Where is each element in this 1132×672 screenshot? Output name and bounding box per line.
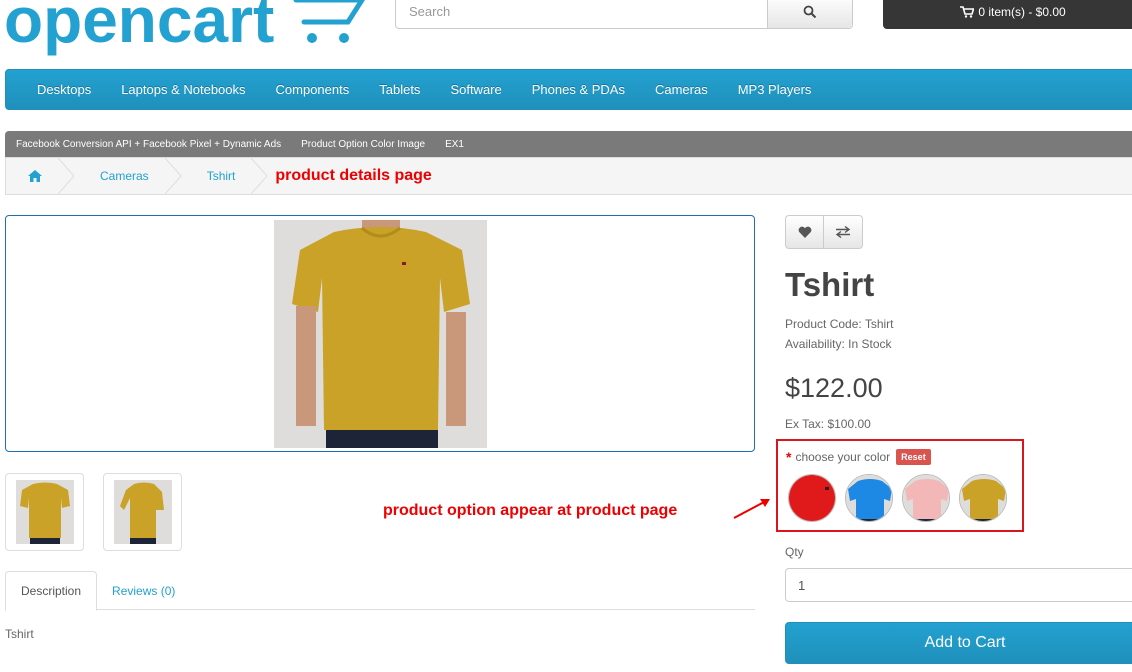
color-option-text: choose your color — [795, 450, 891, 464]
color-option-group: * choose your color Reset — [776, 439, 1024, 532]
cart-button[interactable]: 0 item(s) - $0.00 — [883, 0, 1132, 29]
product-tabs: Description Reviews (0) — [5, 571, 755, 611]
compare-button[interactable] — [824, 215, 863, 249]
qty-label: Qty — [785, 545, 804, 559]
wishlist-button[interactable] — [785, 215, 824, 249]
menu-item-tablets[interactable]: Tablets — [364, 82, 435, 97]
menu-item-mp3[interactable]: MP3 Players — [723, 82, 827, 97]
tab-reviews[interactable]: Reviews (0) — [97, 571, 190, 610]
product-actions — [785, 215, 863, 249]
color-swatch-red[interactable] — [788, 474, 836, 522]
menu-item-phones[interactable]: Phones & PDAs — [517, 82, 640, 97]
add-to-cart-button[interactable]: Add to Cart — [785, 622, 1132, 664]
menu-item-desktops[interactable]: Desktops — [22, 82, 106, 97]
product-price: $122.00 — [785, 373, 883, 403]
mustard-tshirt-image — [960, 475, 1006, 521]
product-availability: Availability: In Stock — [785, 337, 892, 351]
logo-cart-icon — [293, 0, 365, 25]
main-menu: Desktops Laptops & Notebooks Components … — [5, 69, 1132, 110]
breadcrumb-item-tshirt[interactable]: Tshirt — [179, 158, 269, 194]
breadcrumb: Cameras Tshirt product details page — [5, 157, 1132, 195]
menu-item-cameras[interactable]: Cameras — [640, 82, 723, 97]
color-swatch-blue[interactable] — [845, 474, 893, 522]
color-swatch-mustard[interactable] — [959, 474, 1007, 522]
home-icon — [28, 170, 42, 182]
pink-tshirt-image — [903, 475, 949, 521]
search-bar — [395, 0, 853, 29]
heart-icon — [798, 226, 811, 238]
blue-tshirt-image — [846, 475, 892, 521]
product-title: Tshirt — [785, 266, 875, 303]
extension-link-facebook[interactable]: Facebook Conversion API + Facebook Pixel… — [16, 139, 281, 150]
main-product-image[interactable] — [5, 215, 755, 452]
qty-input[interactable]: 1 — [785, 568, 1132, 602]
product-code: Product Code: Tshirt — [785, 317, 894, 331]
description-text: Tshirt — [5, 627, 34, 641]
annotation-product-option: product option appear at product page — [383, 502, 678, 519]
cart-label: 0 item(s) - $0.00 — [978, 4, 1066, 19]
annotation-product-details: product details page — [275, 167, 432, 184]
thumbnail-image — [15, 480, 74, 544]
required-mark: * — [786, 449, 792, 465]
logo-text: opencart — [4, 0, 274, 56]
thumbnail-image — [113, 480, 172, 544]
breadcrumb-item-cameras[interactable]: Cameras — [72, 158, 182, 194]
product-ex-tax: Ex Tax: $100.00 — [785, 417, 871, 431]
extension-link-color-image[interactable]: Product Option Color Image — [301, 139, 425, 150]
search-button[interactable] — [767, 0, 852, 28]
color-swatch-pink[interactable] — [902, 474, 950, 522]
color-option-label: * choose your color Reset — [786, 449, 931, 465]
breadcrumb-label: Tshirt — [206, 169, 236, 183]
shopping-cart-icon — [960, 5, 975, 18]
opencart-logo[interactable]: opencart — [4, 0, 374, 62]
extension-links-bar: Facebook Conversion API + Facebook Pixel… — [5, 131, 1132, 157]
search-icon — [803, 5, 817, 18]
annotation-arrow-icon — [733, 499, 770, 519]
breadcrumb-home[interactable] — [6, 158, 75, 194]
red-tshirt-image — [789, 475, 835, 521]
tshirt-photo — [273, 220, 487, 448]
thumbnail-front[interactable] — [5, 473, 84, 551]
menu-item-components[interactable]: Components — [261, 82, 365, 97]
reset-button[interactable]: Reset — [896, 449, 931, 465]
tab-description[interactable]: Description — [5, 571, 98, 611]
thumbnail-side[interactable] — [103, 473, 182, 551]
exchange-icon — [835, 226, 851, 238]
menu-item-laptops[interactable]: Laptops & Notebooks — [106, 82, 260, 97]
search-input[interactable] — [396, 0, 767, 28]
menu-item-software[interactable]: Software — [435, 82, 516, 97]
breadcrumb-label: Cameras — [100, 169, 149, 183]
extension-link-ex1[interactable]: EX1 — [445, 139, 464, 150]
